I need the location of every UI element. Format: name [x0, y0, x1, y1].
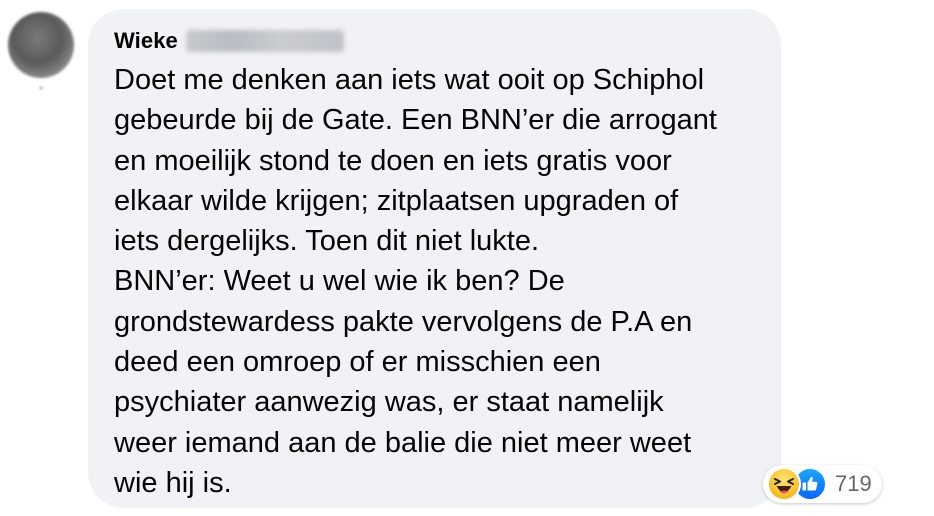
- comment-screenshot: Wieke Doet me denken aan iets wat ooit o…: [0, 0, 934, 516]
- author-last-name-blurred: [185, 30, 344, 52]
- comment-line: gebeurde bij de Gate. Een BNN’er die arr…: [114, 104, 717, 137]
- reaction-count: 719: [835, 471, 872, 496]
- comment-line: Doet me denken aan iets wat ooit op Schi…: [114, 64, 705, 96]
- comment-line: en moeilijk stond te doen en iets gratis…: [114, 144, 672, 177]
- thread-line-dot: [39, 86, 43, 90]
- comment-line: BNN’er: Weet u wel wie ik ben? De: [114, 265, 565, 298]
- comment-line: psychiater aanwezig was, er staat nameli…: [114, 386, 664, 419]
- haha-icon: [767, 467, 801, 501]
- comment-author[interactable]: Wieke: [114, 26, 344, 56]
- avatar[interactable]: [8, 12, 74, 78]
- comment-line: elkaar wilde krijgen; zitplaatsen upgrad…: [114, 184, 679, 217]
- comment-line: grondstewardess pakte vervolgens de P.A …: [114, 305, 693, 338]
- comment-line: wie hij is.: [114, 466, 232, 499]
- comment-line: weer iemand aan de balie die niet meer w…: [114, 426, 692, 459]
- comment-body: Doet me denken aan iets wat ooit op Schi…: [114, 60, 754, 503]
- author-first-name[interactable]: Wieke: [114, 28, 178, 54]
- comment-line: deed een omroep of er misschien een: [114, 346, 601, 379]
- reactions-summary[interactable]: 719: [763, 465, 882, 503]
- comment-line: iets dergelijks. Toen dit niet lukte.: [114, 225, 540, 258]
